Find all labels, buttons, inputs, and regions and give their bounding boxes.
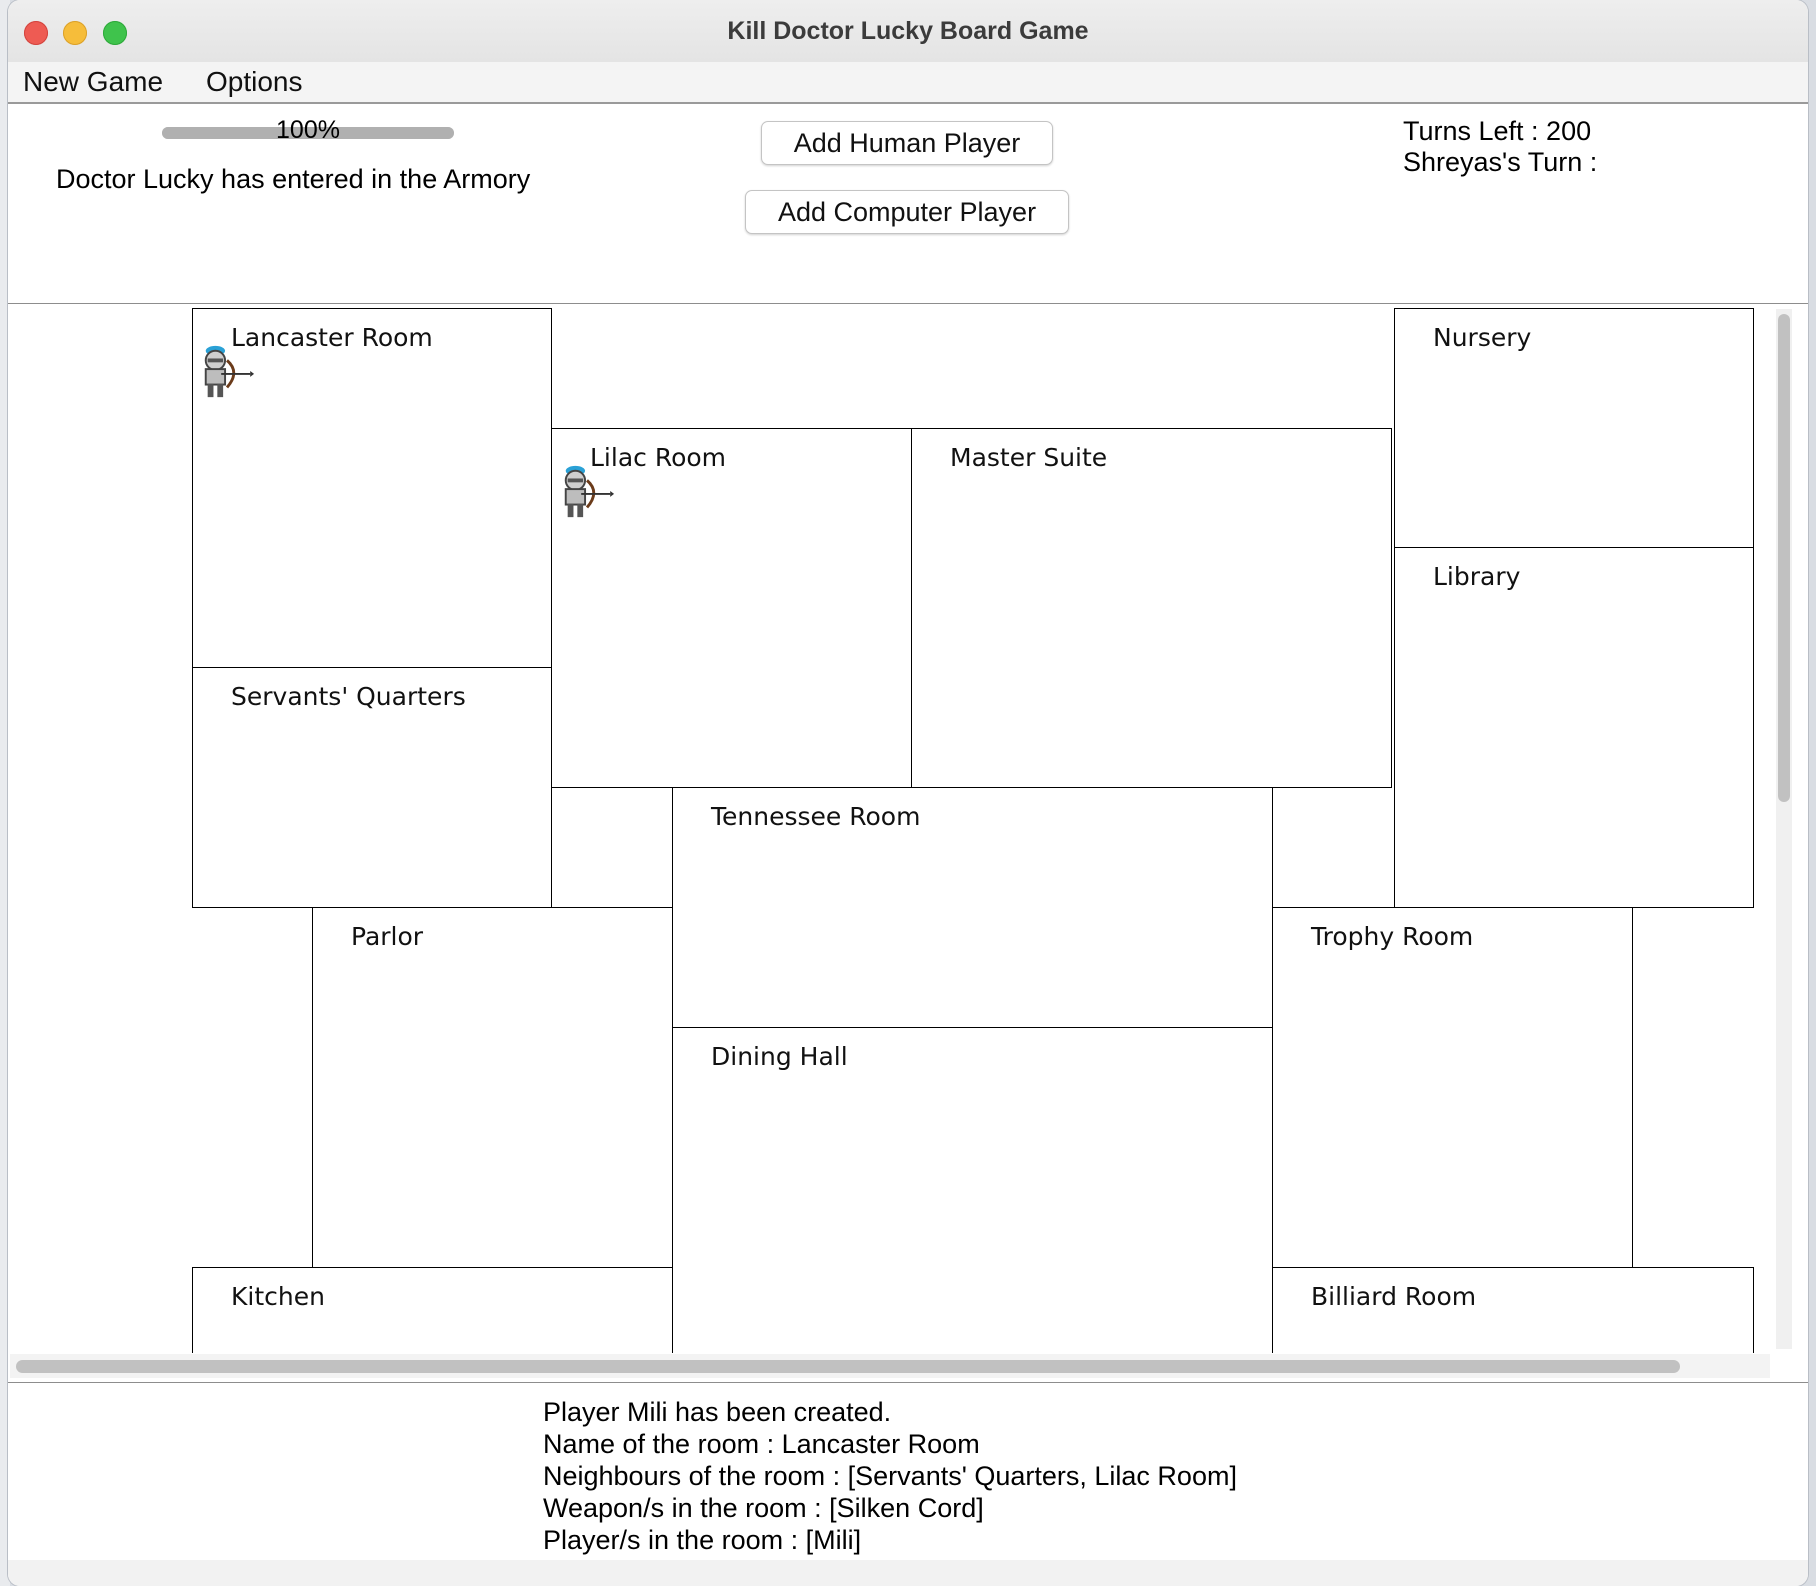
room-nursery[interactable]: Nursery bbox=[1394, 308, 1754, 548]
room-trophy-room[interactable]: Trophy Room bbox=[1272, 907, 1633, 1268]
window-bottom-edge bbox=[8, 1560, 1808, 1586]
log-line: Name of the room : Lancaster Room bbox=[543, 1429, 980, 1459]
vertical-scrollbar[interactable] bbox=[1776, 309, 1792, 1349]
room-parlor[interactable]: Parlor bbox=[312, 907, 673, 1268]
room-dining-hall[interactable]: Dining Hall bbox=[672, 1027, 1273, 1353]
add-human-player-button[interactable]: Add Human Player bbox=[761, 121, 1053, 165]
room-label: Lancaster Room bbox=[231, 323, 433, 352]
menu-bar: New Game Options bbox=[8, 62, 1808, 104]
game-board[interactable]: Lancaster Room Nursery Lilac Room Master… bbox=[10, 305, 1770, 1353]
room-label: Trophy Room bbox=[1311, 922, 1474, 951]
room-label: Library bbox=[1433, 562, 1521, 591]
horizontal-scrollbar[interactable] bbox=[10, 1354, 1770, 1378]
room-label: Billiard Room bbox=[1311, 1282, 1477, 1311]
window-title: Kill Doctor Lucky Board Game bbox=[727, 17, 1089, 45]
room-label: Servants' Quarters bbox=[231, 682, 466, 711]
room-label: Nursery bbox=[1433, 323, 1532, 352]
room-label: Parlor bbox=[351, 922, 424, 951]
turns-left-label: Turns Left : 200 bbox=[1403, 116, 1592, 146]
status-message: Doctor Lucky has entered in the Armory bbox=[56, 164, 531, 194]
room-tennessee-room[interactable]: Tennessee Room bbox=[672, 787, 1273, 1028]
room-label: Tennessee Room bbox=[711, 802, 921, 831]
room-master-suite[interactable]: Master Suite bbox=[911, 428, 1392, 788]
room-kitchen[interactable]: Kitchen bbox=[192, 1267, 673, 1353]
progress-label: 100% bbox=[276, 116, 340, 144]
board-scroll-pane[interactable]: Lancaster Room Nursery Lilac Room Master… bbox=[8, 303, 1808, 1383]
title-bar[interactable]: Kill Doctor Lucky Board Game bbox=[8, 0, 1808, 63]
current-turn-label: Shreyas's Turn : bbox=[1403, 147, 1598, 177]
menu-options[interactable]: Options bbox=[206, 62, 303, 102]
room-library[interactable]: Library bbox=[1394, 547, 1754, 908]
room-label: Kitchen bbox=[231, 1282, 325, 1311]
game-window: Kill Doctor Lucky Board Game New Game Op… bbox=[8, 0, 1808, 1586]
room-label: Dining Hall bbox=[711, 1042, 848, 1071]
horizontal-scroll-thumb[interactable] bbox=[16, 1360, 1680, 1373]
room-servants-quarters[interactable]: Servants' Quarters bbox=[192, 667, 552, 908]
room-billiard-room[interactable]: Billiard Room bbox=[1272, 1267, 1754, 1353]
add-computer-player-button[interactable]: Add Computer Player bbox=[745, 190, 1069, 234]
info-panel: 100% Doctor Lucky has entered in the Arm… bbox=[8, 104, 1808, 303]
archer-pawn-icon[interactable] bbox=[198, 343, 256, 401]
room-label: Master Suite bbox=[950, 443, 1108, 472]
log-line: Player/s in the room : [Mili] bbox=[543, 1525, 862, 1555]
log-line: Weapon/s in the room : [Silken Cord] bbox=[543, 1493, 984, 1523]
log-line: Neighbours of the room : [Servants' Quar… bbox=[543, 1461, 1237, 1491]
vertical-scroll-thumb[interactable] bbox=[1778, 314, 1790, 802]
log-line: Player Mili has been created. bbox=[543, 1397, 892, 1427]
menu-new-game[interactable]: New Game bbox=[23, 62, 163, 102]
event-log: Player Mili has been created. Name of th… bbox=[543, 1396, 1237, 1556]
archer-pawn-icon[interactable] bbox=[558, 463, 616, 521]
